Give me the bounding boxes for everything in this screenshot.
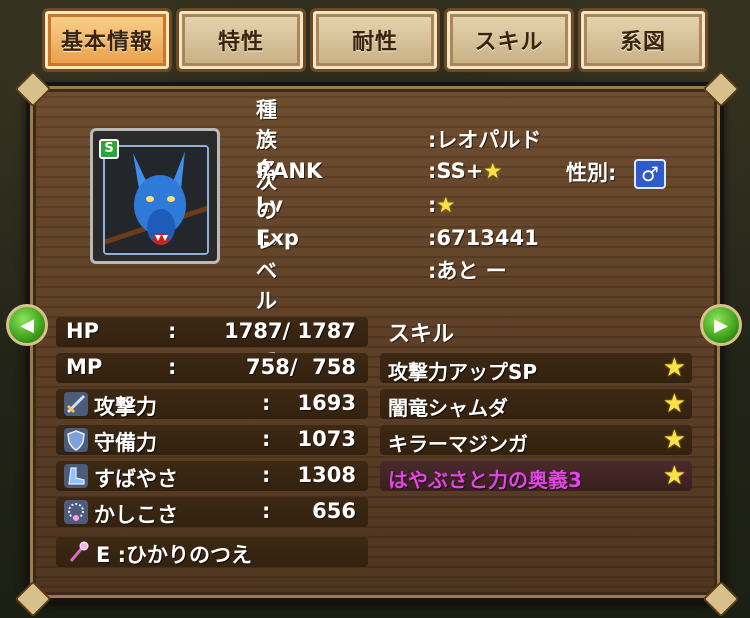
next-level-value: :あと ー <box>428 259 507 283</box>
stat-defense: 守備力 : 1073 <box>56 425 368 455</box>
tab-bar: 基本情報 特性 耐性 スキル 系図 <box>42 8 708 74</box>
equipment-label: E :ひかりのつえ <box>96 543 253 567</box>
stat-colon: : <box>262 463 271 487</box>
previous-monster-button[interactable]: ◀ <box>6 304 48 346</box>
chevron-left-icon: ◀ <box>20 314 34 336</box>
stat-label: かしこさ <box>94 503 178 527</box>
stat-value: 758/ 758 <box>246 355 356 379</box>
tab-traits[interactable]: 特性 <box>176 8 306 72</box>
shield-icon <box>64 428 88 452</box>
tab-basic-info[interactable]: 基本情報 <box>42 8 172 72</box>
gender-label: 性別: <box>566 161 617 185</box>
stat-value: 1073 <box>297 427 356 451</box>
tab-label: 耐性 <box>351 30 398 55</box>
necklace-icon <box>64 500 88 524</box>
rank-value-group: :SS+★ <box>428 159 502 183</box>
star-icon: ★ <box>662 389 686 419</box>
male-icon: ♂ <box>634 159 666 189</box>
monster-portrait-frame: S <box>90 128 220 264</box>
skill-name: キラーマジンガ <box>388 432 528 456</box>
rank-badge: S <box>99 139 119 159</box>
tab-label: 基本情報 <box>60 30 153 55</box>
skills-title: スキル <box>388 322 455 347</box>
stat-value: 1308 <box>297 463 356 487</box>
tab-label: 特性 <box>217 30 264 55</box>
stat-mp: MP : 758/ 758 <box>56 353 368 383</box>
sword-icon <box>64 392 88 416</box>
stat-label: すばやさ <box>94 467 178 491</box>
star-icon: ★ <box>483 159 503 183</box>
stat-hp: HP : 1787/ 1787 <box>56 317 368 347</box>
tab-lineage[interactable]: 系図 <box>578 8 708 72</box>
monster-portrait <box>103 145 209 255</box>
species-value: :レオパルド <box>428 128 542 152</box>
stat-value: 656 <box>312 499 356 523</box>
stat-colon: : <box>262 499 271 523</box>
skill-item[interactable]: キラーマジンガ ★ <box>380 425 692 456</box>
stat-value: 1787/ 1787 <box>224 319 356 343</box>
skill-name: はやぶさと力の奥義3 <box>388 468 582 492</box>
equipment-slot[interactable]: E :ひかりのつえ <box>56 537 368 567</box>
stat-value: 1693 <box>297 391 356 415</box>
tab-label: 系図 <box>619 30 666 55</box>
exp-value: :6713441 <box>428 226 539 250</box>
next-monster-button[interactable]: ▶ <box>700 304 742 346</box>
tab-skills[interactable]: スキル <box>444 8 574 72</box>
skill-item[interactable]: 闇竜シャムダ ★ <box>380 389 692 420</box>
stat-colon: : <box>168 319 177 343</box>
stat-label: 攻撃力 <box>94 395 157 419</box>
star-icon: ★ <box>662 461 686 491</box>
tab-label: スキル <box>474 30 544 55</box>
stat-colon: : <box>262 427 271 451</box>
stat-label: MP <box>66 355 103 379</box>
leopard-icon <box>105 147 207 253</box>
skill-item[interactable]: 攻撃力アップSP ★ <box>380 353 692 384</box>
stat-colon: : <box>262 391 271 415</box>
stat-wisdom: かしこさ : 656 <box>56 497 368 527</box>
stat-attack: 攻撃力 : 1693 <box>56 389 368 419</box>
star-icon: ★ <box>662 353 686 383</box>
tab-resistance[interactable]: 耐性 <box>310 8 440 72</box>
stat-colon: : <box>168 355 177 379</box>
stat-label: 守備力 <box>94 431 157 455</box>
boots-icon <box>64 464 88 488</box>
skill-name: 攻撃力アップSP <box>388 360 538 384</box>
star-icon: ★ <box>662 425 686 455</box>
stat-label: HP <box>66 319 99 343</box>
skill-item-special[interactable]: はやぶさと力の奥義3 ★ <box>380 461 692 492</box>
chevron-right-icon: ▶ <box>714 314 728 336</box>
star-icon: ★ <box>436 193 456 217</box>
level-value-group: :★ <box>428 193 455 217</box>
stat-speed: すばやさ : 1308 <box>56 461 368 491</box>
rank-value: :SS+ <box>428 159 484 183</box>
skill-name: 闇竜シャムダ <box>388 396 508 420</box>
staff-icon <box>66 540 90 564</box>
